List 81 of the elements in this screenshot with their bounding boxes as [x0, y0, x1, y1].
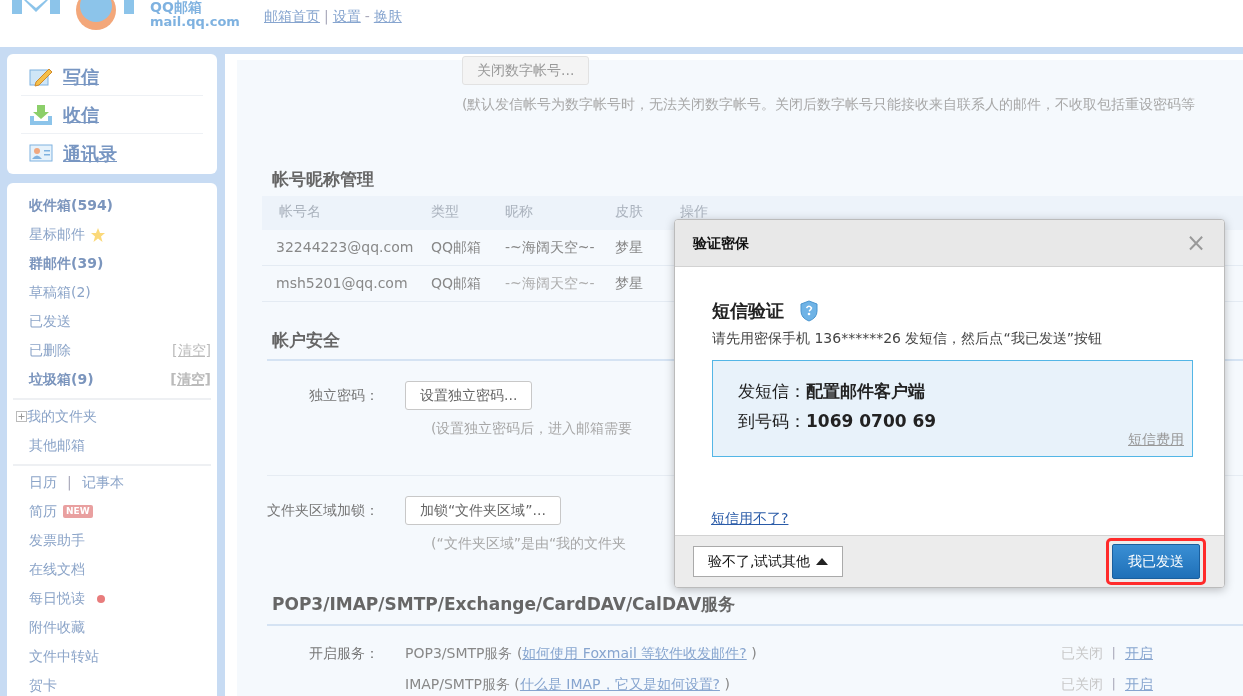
folder-link[interactable]: 发票助手 — [29, 530, 85, 551]
quick-action-link[interactable]: 收信 — [63, 101, 99, 128]
note-text: (默认发信帐号为数字帐号时，无法关闭数字帐号。关闭后数字帐号只能接收来自联系人的邮件，不收取包括重设密码等 — [461, 95, 1196, 114]
folder-link[interactable]: 附件收藏 — [29, 617, 85, 638]
help-link[interactable]: 如何使用 Foxmail 等软件收发邮件? — [522, 644, 747, 661]
folder-link[interactable]: 记事本 — [81, 472, 124, 493]
new-tag: NEW — [63, 504, 93, 519]
quick-action-link[interactable]: 通讯录 — [63, 139, 117, 167]
table-cell-text: QQ邮箱 — [431, 273, 482, 293]
confirm-button[interactable]: 我已发送 — [1112, 544, 1200, 579]
sms-label: 发短信： — [738, 381, 806, 401]
table-cell-text: -~海阔天空~- — [505, 273, 595, 293]
folder-link[interactable]: 日历 — [29, 472, 57, 493]
enable-link[interactable]: 开启 — [1125, 673, 1153, 695]
fee-link[interactable]: 短信费用 — [1128, 429, 1184, 450]
folder-link[interactable]: 我的文件夹 — [27, 406, 97, 427]
link-separator: | — [1111, 644, 1116, 663]
field-label: 独立密码： — [308, 386, 380, 405]
column-header: 帐号名 — [279, 201, 321, 221]
table-cell-text: 梦星 — [615, 273, 643, 293]
contact-card-icon — [29, 143, 53, 163]
clear-link[interactable]: [清空] — [172, 340, 211, 361]
help-link[interactable]: 短信用不了? — [711, 508, 789, 529]
download-tray-icon — [29, 103, 53, 126]
note-text: (设置独立密码后，进入邮箱需要 — [430, 419, 633, 438]
section-title: 帐号昵称管理 — [271, 168, 375, 191]
table-cell-text: -~海阔天空~- — [505, 237, 595, 257]
quick-action-link[interactable]: 写信 — [63, 63, 99, 90]
folder-link[interactable]: 文件中转站 — [29, 646, 99, 667]
service-text: POP3/SMTP服务 (如何使用 Foxmail 等软件收发邮件? ) — [405, 643, 757, 663]
folder-link[interactable]: 群邮件(39) — [29, 253, 104, 274]
dialog-heading: 短信验证 — [712, 299, 784, 323]
folder-link[interactable]: 草稿箱(2) — [29, 282, 91, 303]
folder-link[interactable]: 垃圾箱(9) — [29, 369, 94, 390]
column-header: 操作 — [680, 201, 708, 221]
note-text: (“文件夹区域”是由“我的文件夹 — [430, 534, 627, 553]
clear-link[interactable]: [清空] — [170, 369, 211, 390]
service-text: IMAP/SMTP服务 (什么是 IMAP，它又是如何设置? ) — [405, 674, 730, 694]
table-cell-text: 32244223@qq.com — [276, 237, 414, 257]
folder-link[interactable]: 星标邮件 — [29, 224, 85, 245]
caret-icon — [816, 558, 829, 565]
logo-domain: mail.qq.com — [150, 15, 240, 29]
logo-title: QQ邮箱 — [150, 0, 202, 14]
number-label: 到号码： — [738, 411, 806, 431]
setting-button[interactable]: 设置独立密码... — [405, 381, 533, 410]
dialog-title: 验证密保 — [693, 233, 749, 253]
table-cell-text: 梦星 — [615, 237, 643, 257]
folder-link[interactable]: 其他邮箱 — [29, 435, 85, 456]
other-method-button[interactable]: 验不了,试试其他 — [693, 546, 844, 577]
column-header: 类型 — [431, 201, 459, 221]
folder-link[interactable]: 收件箱(594) — [29, 195, 114, 216]
folder-link[interactable]: 已删除 — [29, 340, 71, 361]
folder-link[interactable]: 简历 — [29, 501, 57, 522]
folder-link[interactable]: 贺卡 — [29, 675, 57, 696]
enable-link[interactable]: 开启 — [1125, 642, 1153, 664]
header-link[interactable]: 设置 — [332, 8, 361, 24]
shield-icon — [800, 299, 818, 322]
link-separator: - — [364, 8, 370, 24]
table-cell-text: msh5201@qq.com — [276, 273, 408, 293]
folder-link[interactable]: 每日悦读 — [29, 588, 85, 609]
folder-link[interactable]: 已发送 — [29, 311, 71, 332]
sms-content: 配置邮件客户端 — [806, 381, 925, 401]
instruction-text: 请先用密保手机 136******26 发短信，然后点“我已发送”按钮 — [712, 329, 1103, 348]
header-link[interactable]: 邮箱首页 — [264, 8, 320, 24]
phone-number: 1069 0700 69 — [806, 411, 937, 431]
link-separator: | — [1111, 675, 1116, 694]
table-cell-text: QQ邮箱 — [431, 237, 482, 257]
close-button[interactable]: × — [1185, 231, 1206, 255]
folder-link[interactable]: 在线文档 — [29, 559, 85, 580]
star-icon — [90, 226, 106, 243]
column-header: 昵称 — [505, 201, 533, 221]
link-separator: | — [324, 8, 329, 24]
header-link[interactable]: 换肤 — [373, 8, 402, 24]
column-header: 皮肤 — [615, 201, 643, 221]
section-title: POP3/IMAP/SMTP/Exchange/CardDAV/CalDAV服务 — [267, 592, 1243, 626]
help-link[interactable]: 什么是 IMAP，它又是如何设置? — [519, 675, 720, 692]
setting-button[interactable]: 加锁“文件夹区域”... — [405, 496, 561, 525]
field-label: 开启服务： — [308, 643, 380, 663]
field-label: 文件夹区域加锁： — [266, 501, 380, 520]
pencil-note-icon — [29, 66, 53, 87]
link-separator: | — [67, 473, 72, 493]
